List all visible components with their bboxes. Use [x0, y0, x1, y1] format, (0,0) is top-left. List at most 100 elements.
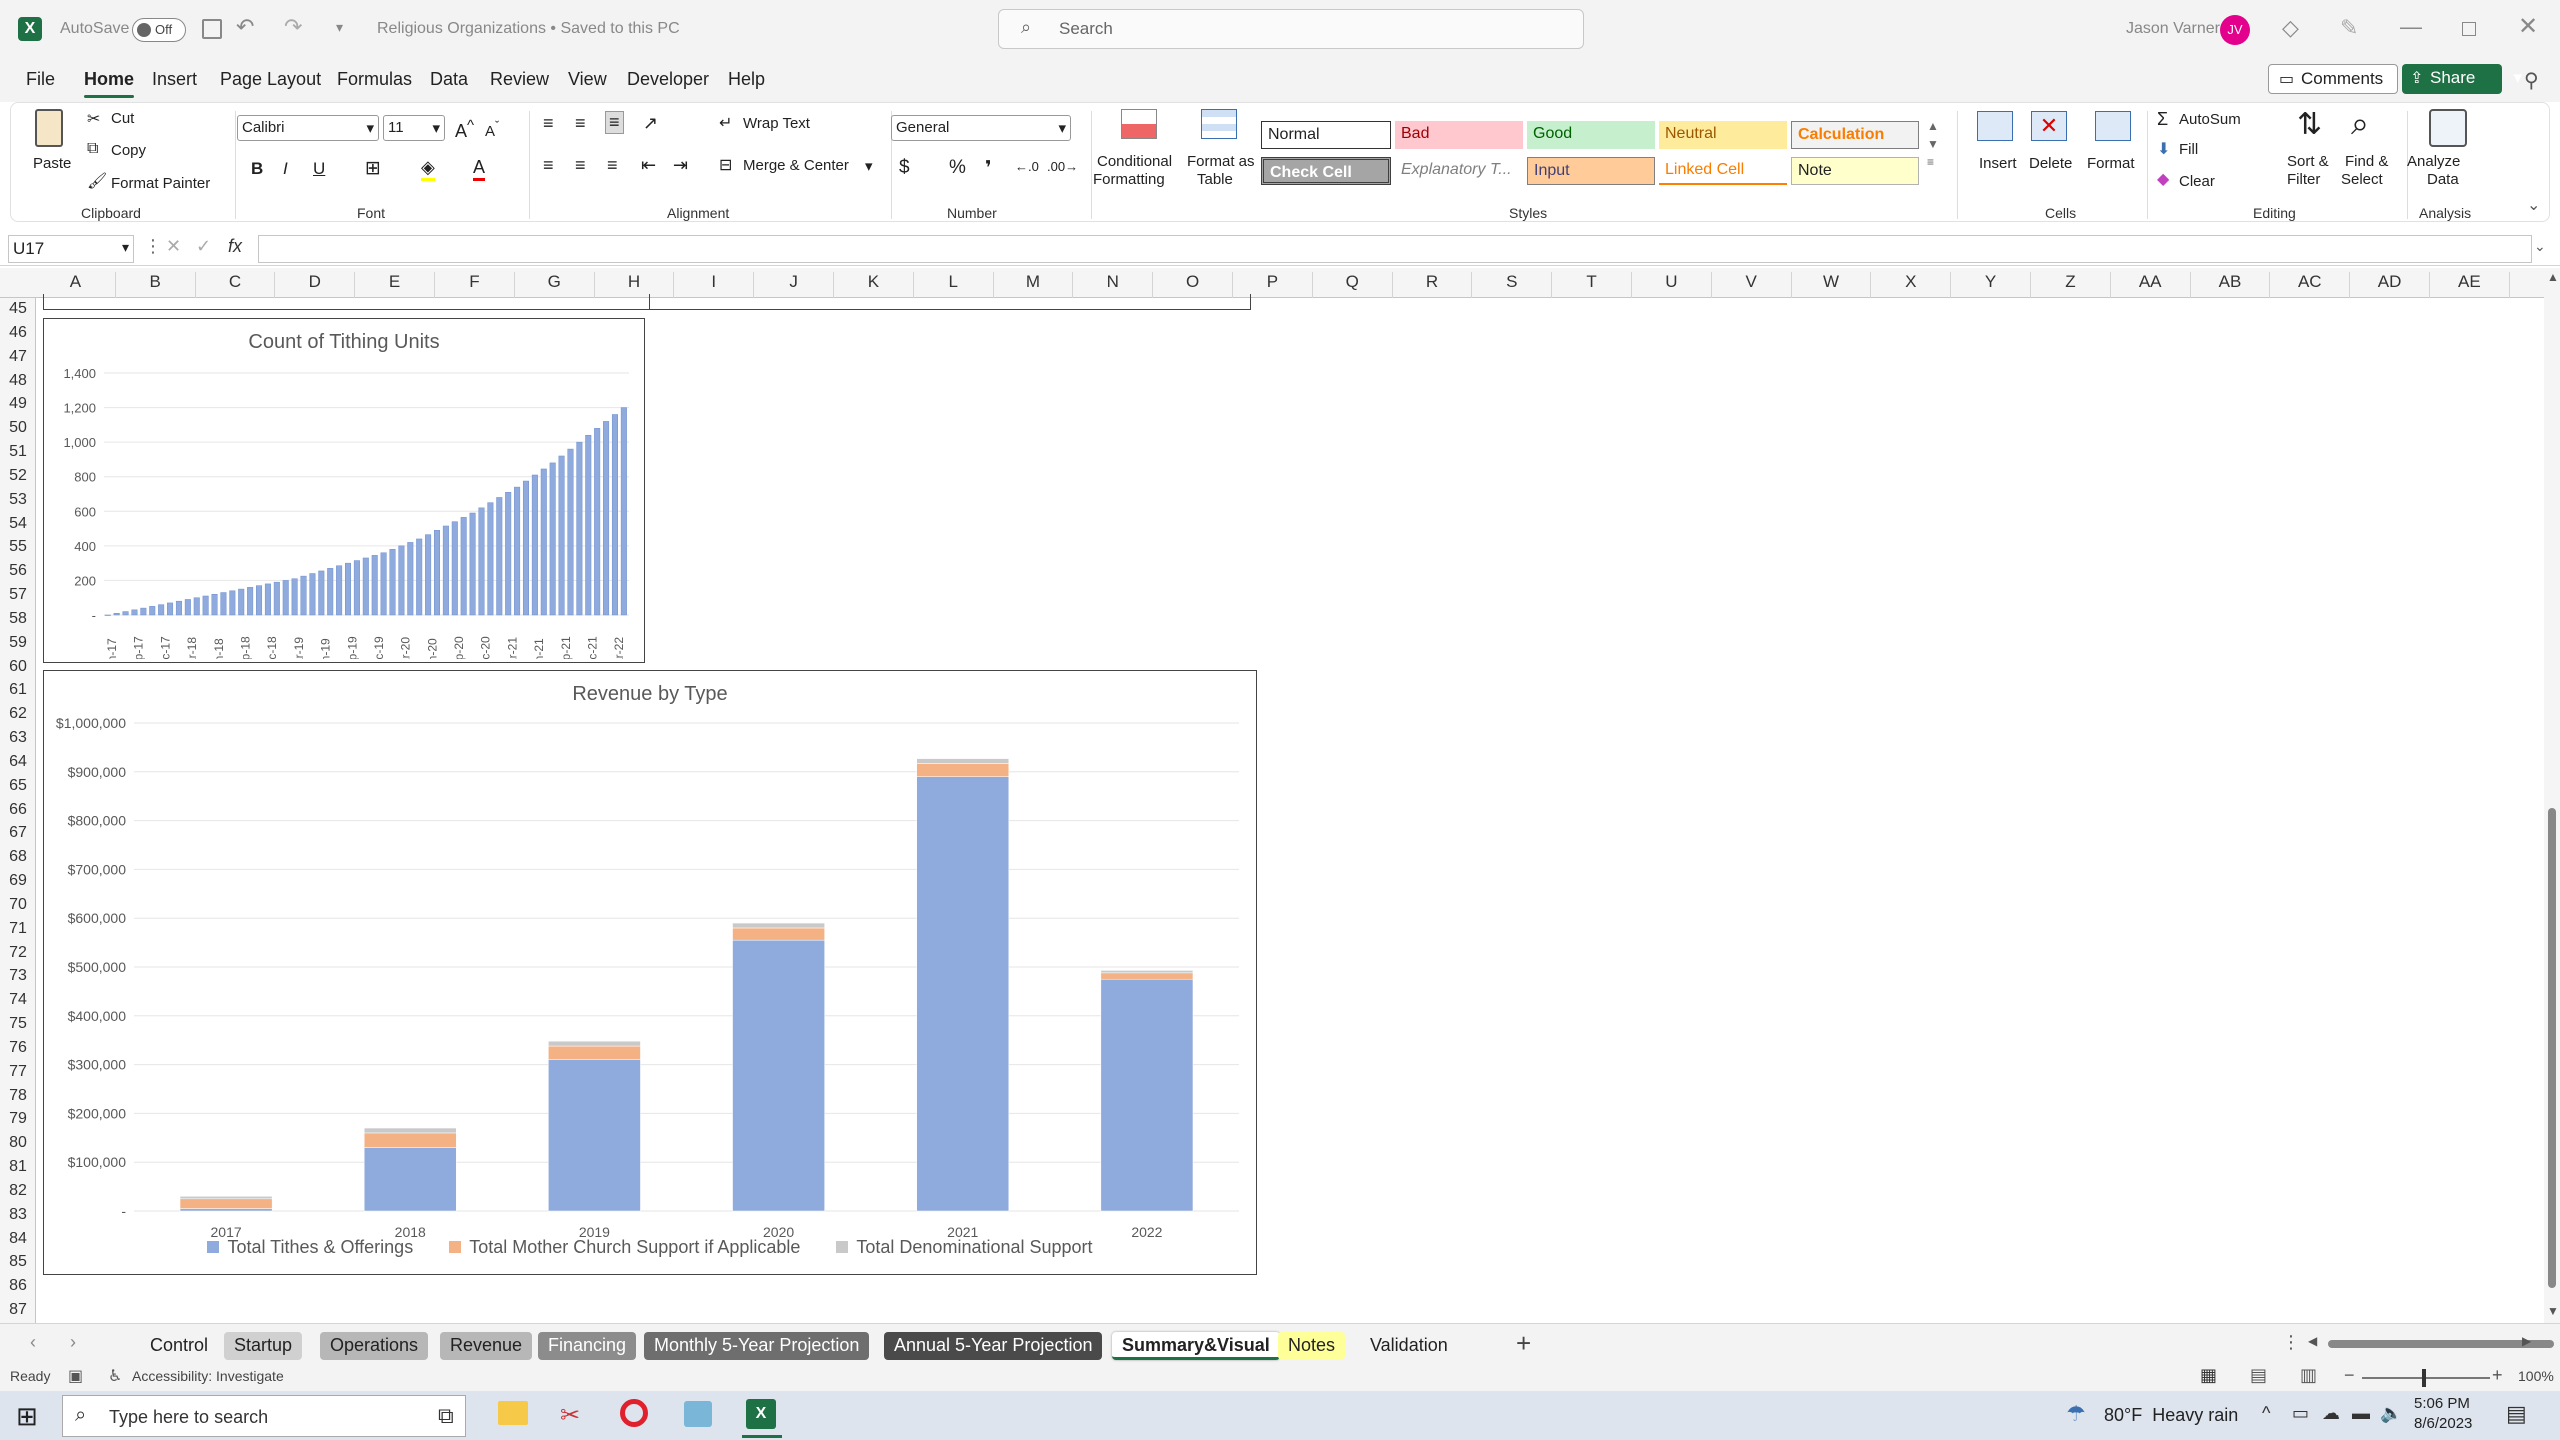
- increase-decimal-icon[interactable]: ←.0: [1015, 159, 1039, 174]
- row-header-60[interactable]: 60: [0, 658, 36, 682]
- task-view-icon[interactable]: ⧉: [438, 1403, 454, 1429]
- sheet-tab-monthly-5-year-projection[interactable]: Monthly 5-Year Projection: [644, 1332, 870, 1360]
- paste-button[interactable]: Paste: [33, 155, 71, 172]
- menu-data[interactable]: Data: [430, 69, 468, 90]
- row-header-87[interactable]: 87: [0, 1301, 36, 1325]
- sheet-tab-validation[interactable]: Validation: [1360, 1332, 1458, 1360]
- column-header-w[interactable]: W: [1792, 272, 1872, 298]
- zoom-out-icon[interactable]: −: [2344, 1365, 2355, 1386]
- tray-chevron-icon[interactable]: ^: [2262, 1403, 2270, 1424]
- scroll-down-icon[interactable]: ▼: [2547, 1304, 2559, 1318]
- row-header-69[interactable]: 69: [0, 872, 36, 896]
- pen-icon[interactable]: ✎: [2340, 15, 2358, 41]
- styles-scroll-icon[interactable]: ▲ ▼ ≡: [1927, 117, 1939, 171]
- row-header-50[interactable]: 50: [0, 419, 36, 443]
- snipping-tool-icon[interactable]: ✂: [560, 1401, 580, 1430]
- row-header-51[interactable]: 51: [0, 443, 36, 467]
- column-header-q[interactable]: Q: [1313, 272, 1393, 298]
- revenue-by-type-chart[interactable]: Revenue by Type $1,000,000 $900,000 $800,0…: [43, 670, 1257, 1275]
- document-title[interactable]: Religious Organizations • Saved to this …: [377, 20, 680, 38]
- row-header-49[interactable]: 49: [0, 395, 36, 419]
- taskbar-search[interactable]: ⌕ Type here to search: [62, 1395, 466, 1437]
- name-box[interactable]: U17 ▾: [8, 235, 134, 263]
- file-explorer-icon[interactable]: [498, 1401, 528, 1425]
- formula-input[interactable]: [258, 235, 2532, 263]
- insert-button[interactable]: Insert: [1979, 155, 2017, 172]
- notification-icon[interactable]: ▤: [2506, 1401, 2527, 1427]
- format-as-table-button[interactable]: Format as: [1187, 153, 1255, 170]
- font-name-select[interactable]: Calibri ▾: [237, 115, 379, 141]
- more-options-icon[interactable]: ⋮: [144, 236, 162, 257]
- row-header-80[interactable]: 80: [0, 1134, 36, 1158]
- save-icon[interactable]: [202, 19, 222, 39]
- undo-icon[interactable]: ↶: [236, 14, 254, 40]
- font-color-icon[interactable]: A: [473, 157, 486, 181]
- menu-home[interactable]: Home: [84, 69, 135, 98]
- windows-start-icon[interactable]: ⊞: [16, 1401, 38, 1432]
- merge-center-button[interactable]: Merge & Center: [743, 157, 849, 174]
- row-header-85[interactable]: 85: [0, 1253, 36, 1277]
- italic-icon[interactable]: I: [283, 159, 288, 179]
- sheet-tab-summary-visual[interactable]: Summary&Visual: [1112, 1332, 1280, 1360]
- column-header-r[interactable]: R: [1393, 272, 1473, 298]
- row-header-46[interactable]: 46: [0, 324, 36, 348]
- menu-formulas[interactable]: Formulas: [337, 69, 412, 90]
- menu-insert[interactable]: Insert: [152, 69, 197, 90]
- add-sheet-icon[interactable]: +: [1516, 1328, 1531, 1359]
- increase-font-icon[interactable]: A^: [455, 117, 474, 142]
- align-top-icon[interactable]: ≡: [543, 113, 554, 134]
- redo-icon[interactable]: ↷: [284, 14, 302, 40]
- worksheet-grid[interactable]: Count of Tithing Units 1,400 1,200 1,000 80…: [37, 294, 2543, 1323]
- search-box[interactable]: ⌕ Search: [998, 9, 1584, 49]
- row-header-65[interactable]: 65: [0, 777, 36, 801]
- sheet-tab-revenue[interactable]: Revenue: [440, 1332, 533, 1360]
- vertical-scrollbar[interactable]: ▲ ▼: [2544, 268, 2560, 1323]
- scroll-thumb[interactable]: [2548, 808, 2556, 1288]
- enter-icon[interactable]: ✓: [196, 236, 211, 257]
- style-calculation[interactable]: Calculation: [1791, 121, 1919, 149]
- zoom-in-icon[interactable]: +: [2492, 1365, 2503, 1386]
- zoom-slider[interactable]: [2362, 1369, 2490, 1387]
- onedrive-icon[interactable]: ☁: [2322, 1403, 2340, 1424]
- delete-button[interactable]: Delete: [2029, 155, 2072, 172]
- clock-time[interactable]: 5:06 PM: [2414, 1395, 2470, 1412]
- menu-file[interactable]: File: [26, 69, 55, 90]
- row-header-56[interactable]: 56: [0, 562, 36, 586]
- zoom-level[interactable]: 100%: [2518, 1368, 2554, 1384]
- row-header-53[interactable]: 53: [0, 491, 36, 515]
- analyze-data-button[interactable]: Analyze: [2407, 153, 2460, 170]
- cut-button[interactable]: Cut: [111, 110, 134, 127]
- style-note[interactable]: Note: [1791, 157, 1919, 185]
- row-header-83[interactable]: 83: [0, 1206, 36, 1230]
- clear-button[interactable]: Clear: [2179, 173, 2215, 190]
- paste-icon[interactable]: [35, 109, 63, 147]
- style-input[interactable]: Input: [1527, 157, 1655, 185]
- wrap-text-button[interactable]: Wrap Text: [743, 115, 810, 132]
- row-header-86[interactable]: 86: [0, 1277, 36, 1301]
- opera-icon[interactable]: [620, 1399, 648, 1427]
- app-icon[interactable]: [684, 1401, 712, 1427]
- collapse-ribbon-icon[interactable]: ⌄: [2527, 195, 2540, 215]
- style-normal[interactable]: Normal: [1261, 121, 1391, 149]
- column-header-y[interactable]: Y: [1951, 272, 2031, 298]
- menu-page-layout[interactable]: Page Layout: [220, 69, 321, 90]
- restore-icon[interactable]: [2462, 22, 2476, 36]
- avatar[interactable]: JV: [2220, 15, 2250, 45]
- autosum-button[interactable]: AutoSum: [2179, 111, 2241, 128]
- style-check-cell[interactable]: Check Cell: [1261, 157, 1391, 185]
- sheet-tab-control[interactable]: Control: [140, 1332, 219, 1360]
- style-explanatory[interactable]: Explanatory T...: [1395, 157, 1523, 185]
- row-header-76[interactable]: 76: [0, 1039, 36, 1063]
- format-painter-button[interactable]: Format Painter: [111, 175, 210, 192]
- copy-button[interactable]: Copy: [111, 142, 146, 159]
- excel-taskbar-icon[interactable]: X: [746, 1399, 776, 1429]
- page-layout-view-icon[interactable]: ▤: [2250, 1365, 2267, 1386]
- comma-icon[interactable]: ❜: [985, 157, 992, 180]
- row-header-48[interactable]: 48: [0, 372, 36, 396]
- prev-sheet-icon[interactable]: ‹: [30, 1332, 36, 1353]
- row-header-64[interactable]: 64: [0, 753, 36, 777]
- align-center-icon[interactable]: ≡: [575, 155, 586, 176]
- column-header-ac[interactable]: AC: [2270, 272, 2351, 298]
- customize-toolbar-icon[interactable]: ▾: [336, 19, 343, 36]
- row-header-58[interactable]: 58: [0, 610, 36, 634]
